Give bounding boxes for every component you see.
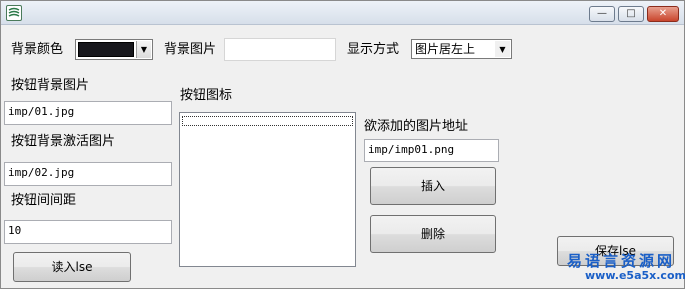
button-bg-image-label: 按钮背景图片 — [11, 78, 90, 93]
title-bar[interactable]: — □ ✕ — [1, 1, 684, 25]
button-active-image-field[interactable]: imp/02.jpg — [4, 162, 172, 186]
delete-button[interactable]: 删除 — [370, 215, 496, 253]
list-item[interactable] — [182, 116, 353, 126]
watermark-name: 易语言资源网 — [567, 252, 676, 270]
button-spacing-label: 按钮间间距 — [11, 193, 77, 208]
button-bg-image-field[interactable]: imp/01.jpg — [4, 101, 172, 125]
bg-image-label: 背景图片 — [164, 42, 217, 57]
display-mode-value: 图片居左上 — [415, 42, 476, 56]
bg-color-label: 背景颜色 — [11, 42, 64, 57]
close-button[interactable]: ✕ — [647, 6, 679, 22]
maximize-button[interactable]: □ — [618, 6, 644, 22]
button-icon-label: 按钮图标 — [180, 88, 233, 103]
read-lse-button-label: 读入lse — [51, 260, 93, 274]
color-swatch — [78, 42, 134, 57]
insert-button-label: 插入 — [420, 179, 445, 193]
chevron-down-icon[interactable]: ▼ — [136, 41, 151, 58]
add-image-path-label: 欲添加的图片地址 — [364, 119, 469, 134]
main-window: — □ ✕ 背景颜色 ▼ 背景图片 显示方式 图片居左上 ▼ 按钮背景图片 im… — [0, 0, 685, 289]
add-image-path-field[interactable]: imp/imp01.png — [364, 139, 499, 162]
insert-button[interactable]: 插入 — [370, 167, 496, 205]
display-mode-label: 显示方式 — [347, 42, 400, 57]
display-mode-select[interactable]: 图片居左上 ▼ — [411, 39, 512, 59]
bg-color-picker[interactable]: ▼ — [75, 39, 153, 60]
minimize-button[interactable]: — — [589, 6, 615, 22]
bg-image-field[interactable] — [224, 38, 336, 61]
button-icon-list[interactable] — [179, 112, 356, 267]
watermark-url: www.e5a5x.com — [585, 269, 685, 282]
delete-button-label: 删除 — [420, 227, 445, 241]
button-active-image-label: 按钮背景激活图片 — [11, 134, 116, 149]
app-icon — [6, 5, 22, 21]
read-lse-button[interactable]: 读入lse — [13, 252, 131, 282]
chevron-down-icon[interactable]: ▼ — [495, 41, 510, 57]
button-spacing-field[interactable]: 10 — [4, 220, 172, 244]
